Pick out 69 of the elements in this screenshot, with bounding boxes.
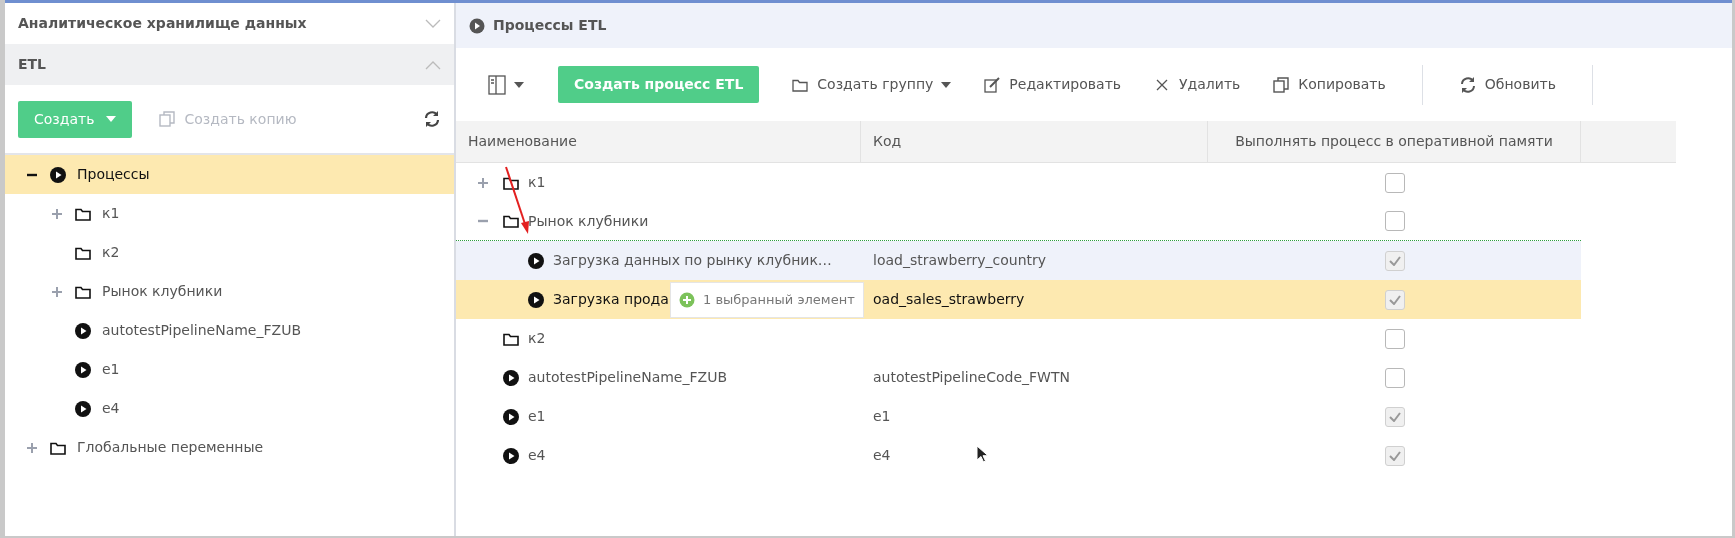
cursor-icon	[976, 445, 988, 463]
play-icon	[502, 446, 520, 465]
code-text: oad_sales_strawberry	[873, 291, 1025, 307]
code-text: e4	[873, 447, 891, 463]
table-row[interactable]: Загрузка данных по рынку клубник… load_strawberry_country	[456, 241, 1581, 280]
panel-title: Процессы ETL	[456, 3, 1732, 48]
copy-icon	[1272, 75, 1291, 94]
tree-item[interactable]: к2	[5, 233, 454, 272]
table-row[interactable]: к1	[456, 163, 1581, 202]
column-header[interactable]: Наименование	[456, 121, 861, 162]
table-row[interactable]: к2	[456, 319, 1581, 358]
expand-icon[interactable]	[476, 175, 490, 190]
tree-item[interactable]: Процессы	[5, 155, 454, 194]
code-text: autotestPipelineCode_FWTN	[873, 369, 1070, 385]
name-text: e1	[528, 407, 546, 426]
refresh-button[interactable]: Обновить	[1446, 68, 1568, 101]
play-icon	[502, 368, 520, 387]
refresh-icon	[1458, 75, 1477, 94]
code-text: e1	[873, 408, 891, 424]
play-icon	[502, 407, 520, 426]
plus-icon	[679, 292, 695, 308]
play-icon	[527, 290, 545, 309]
play-icon	[527, 251, 545, 270]
name-text: к1	[528, 173, 546, 192]
tree-item[interactable]: Глобальные переменные	[5, 428, 454, 467]
edit-button[interactable]: Редактировать	[971, 68, 1134, 101]
column-header[interactable]: Код	[861, 121, 1208, 162]
layout-icon	[488, 74, 506, 95]
play-icon	[469, 17, 485, 34]
delete-button[interactable]: Удалить	[1141, 68, 1253, 101]
play-icon	[74, 321, 92, 340]
name-text: Загрузка прода	[553, 290, 669, 309]
expand-icon[interactable]	[50, 284, 64, 299]
table-row[interactable]: e1 e1	[456, 397, 1581, 436]
tree-item[interactable]: к1	[5, 194, 454, 233]
play-icon	[74, 360, 92, 379]
caret-icon	[106, 116, 117, 122]
check-icon	[1388, 411, 1401, 422]
copy-icon	[158, 110, 177, 128]
chevron-icon	[425, 18, 441, 29]
play-icon	[49, 165, 67, 184]
table-row[interactable]: autotestPipelineName_FZUB autotestPipelineCode_FWTN	[456, 358, 1581, 397]
check-icon	[1388, 294, 1401, 305]
name-text: e4	[528, 446, 546, 465]
code-text: load_strawberry_country	[873, 252, 1047, 268]
drag-tooltip: 1 выбранный элемент	[670, 282, 864, 318]
name-text: Загрузка данных по рынку клубник…	[553, 251, 832, 270]
name-text: Рынок клубники	[528, 211, 649, 231]
caret-icon	[941, 81, 952, 88]
tree-item[interactable]: autotestPipelineName_FZUB	[5, 311, 454, 350]
column-header[interactable]: Выполнять процесс в оперативной памяти	[1208, 121, 1581, 162]
name-text: к2	[528, 329, 546, 348]
expand-icon[interactable]	[25, 440, 39, 455]
edit-icon	[983, 75, 1002, 94]
refresh-icon[interactable]	[423, 110, 441, 128]
check-icon	[1388, 255, 1401, 266]
caret-icon	[514, 81, 524, 88]
tree-item[interactable]: Рынок клубники	[5, 272, 454, 311]
play-icon	[74, 399, 92, 418]
chevron-icon	[425, 59, 441, 70]
tree-item[interactable]: e4	[5, 389, 454, 428]
tree-item[interactable]: e1	[5, 350, 454, 389]
section-header[interactable]: ETL	[5, 44, 454, 85]
section-header[interactable]: Аналитическое хранилище данных	[5, 3, 454, 44]
name-text: autotestPipelineName_FZUB	[528, 368, 727, 387]
group-button[interactable]: Создать группу	[779, 68, 964, 101]
expand-icon[interactable]	[50, 206, 64, 221]
check-icon	[1388, 450, 1401, 461]
copy-button[interactable]: Копировать	[1260, 68, 1398, 101]
